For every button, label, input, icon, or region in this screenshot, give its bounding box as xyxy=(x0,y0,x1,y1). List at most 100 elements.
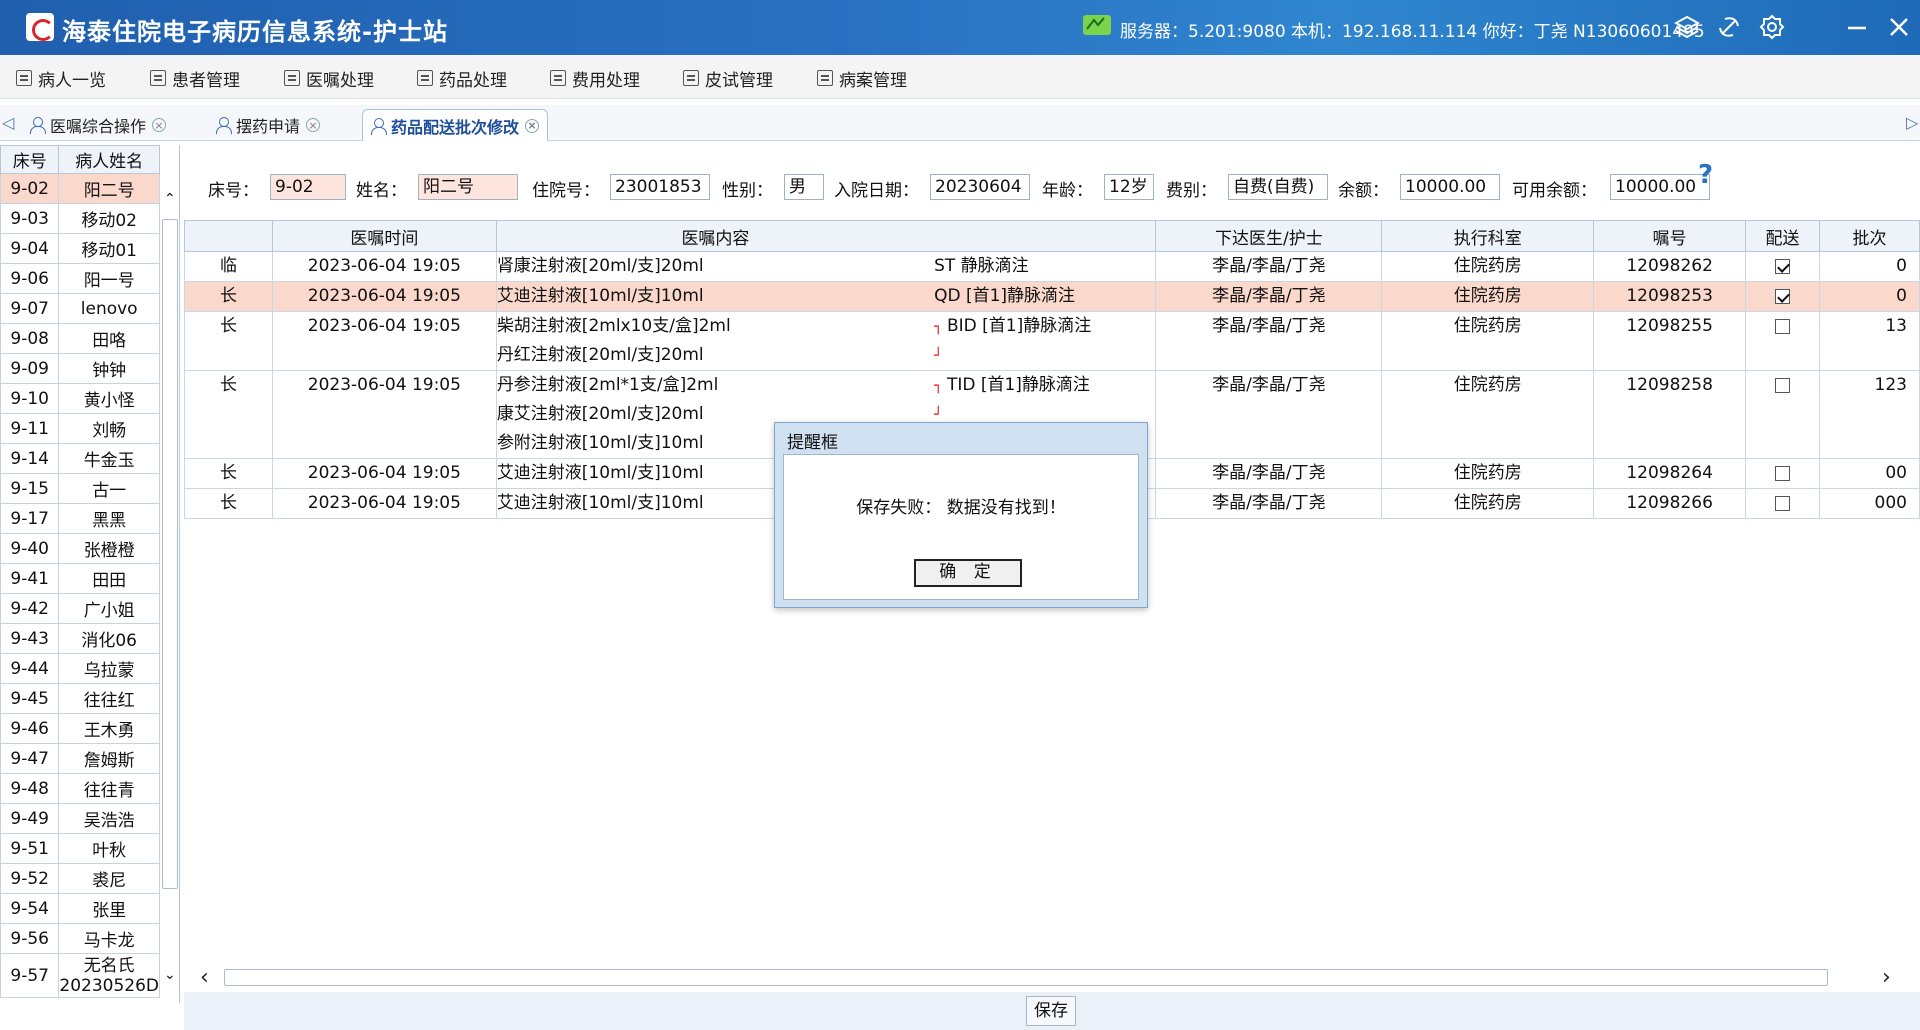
menu-item-fee-processing[interactable]: 费用处理 xyxy=(550,67,640,91)
deliver-checkbox[interactable] xyxy=(1775,466,1791,481)
patient-row[interactable]: 9-44 乌拉蒙 xyxy=(0,653,160,684)
patient-bed-cell[interactable]: 9-17 xyxy=(0,503,60,534)
admit-date-field[interactable]: 20230604 xyxy=(930,174,1030,200)
tab-scroll-left-icon[interactable]: ◁ xyxy=(2,113,14,132)
patient-name-cell[interactable]: 广小姐 xyxy=(58,593,160,624)
patient-bed-cell[interactable]: 9-47 xyxy=(0,743,60,774)
patient-bed-cell[interactable]: 9-52 xyxy=(0,863,60,894)
order-no-cell[interactable]: 12098255 xyxy=(1593,311,1747,371)
patient-row[interactable]: 9-02 阳二号 xyxy=(0,173,160,204)
patient-row[interactable]: 9-49 吴浩浩 xyxy=(0,803,160,834)
scrollbar-thumb[interactable] xyxy=(224,969,1828,986)
patient-row[interactable]: 9-56 马卡龙 xyxy=(0,923,160,954)
patient-name-cell[interactable]: 阳一号 xyxy=(58,263,160,294)
order-deliver-cell[interactable] xyxy=(1745,370,1821,459)
patient-row[interactable]: 9-42 广小姐 xyxy=(0,593,160,624)
order-time-cell[interactable]: 2023-06-04 19:05 xyxy=(271,251,497,282)
deliver-checkbox[interactable] xyxy=(1775,319,1791,334)
order-row[interactable]: 长 2023-06-04 19:05 艾迪注射液[10ml/支]10ml QD [首1… xyxy=(184,281,1920,312)
patient-bed-cell[interactable]: 9-54 xyxy=(0,893,60,924)
scroll-right-icon[interactable]: › xyxy=(1882,965,1891,990)
order-dept-cell[interactable]: 住院药房 xyxy=(1381,488,1595,519)
column-header-deliver[interactable]: 配送 xyxy=(1745,220,1821,252)
order-no-cell[interactable]: 12098262 xyxy=(1593,251,1747,282)
patient-bed-cell[interactable]: 9-10 xyxy=(0,383,60,414)
patient-name-cell[interactable]: 张橙橙 xyxy=(58,533,160,564)
available-balance-field[interactable]: 10000.00 xyxy=(1610,174,1710,200)
patient-bed-cell[interactable]: 9-49 xyxy=(0,803,60,834)
column-header-order-no[interactable]: 嘱号 xyxy=(1593,220,1747,252)
patient-name-cell[interactable]: 田咯 xyxy=(58,323,160,354)
column-header-type[interactable] xyxy=(184,220,273,252)
save-button[interactable]: 保存 xyxy=(1026,996,1076,1026)
menu-item-patient-management[interactable]: 患者管理 xyxy=(150,67,240,91)
patient-name-cell[interactable]: 移动01 xyxy=(58,233,160,264)
scroll-up-icon[interactable]: ⌃ xyxy=(164,191,176,207)
bed-field[interactable]: 9-02 xyxy=(270,174,346,200)
patient-bed-cell[interactable]: 9-40 xyxy=(0,533,60,564)
patient-bed-cell[interactable]: 9-48 xyxy=(0,773,60,804)
order-dept-cell[interactable]: 住院药房 xyxy=(1381,281,1595,312)
patient-row[interactable]: 9-07 lenovo xyxy=(0,293,160,324)
patient-name-cell[interactable]: lenovo xyxy=(58,293,160,324)
patient-row[interactable]: 9-11 刘畅 xyxy=(0,413,160,444)
patient-bed-cell[interactable]: 9-06 xyxy=(0,263,60,294)
help-icon[interactable]: ? xyxy=(1698,160,1713,190)
column-header-order-content[interactable]: 医嘱内容 xyxy=(495,220,935,252)
tab-close-icon[interactable]: × xyxy=(306,118,321,132)
patient-row[interactable]: 9-09 钟钟 xyxy=(0,353,160,384)
patient-list-scrollbar[interactable]: ⌃ ⌄ xyxy=(160,191,179,991)
fee-type-field[interactable]: 自费(自费) xyxy=(1228,174,1328,200)
patient-row[interactable]: 9-45 往往红 xyxy=(0,683,160,714)
patient-name-cell[interactable]: 叶秋 xyxy=(58,833,160,864)
deliver-checkbox[interactable] xyxy=(1775,496,1791,511)
patient-name-cell[interactable]: 钟钟 xyxy=(58,353,160,384)
patient-name-cell[interactable]: 往往红 xyxy=(58,683,160,714)
patient-row[interactable]: 9-54 张里 xyxy=(0,893,160,924)
order-doctor-cell[interactable]: 李晶/李晶/丁尧 xyxy=(1155,311,1383,371)
order-usage-cell[interactable]: ┐ BID [首1]静脉滴注 ┘ xyxy=(934,311,1157,371)
tab-order-operations[interactable]: 医嘱综合操作 × xyxy=(22,109,174,141)
patient-bed-cell[interactable]: 9-02 xyxy=(0,173,60,204)
order-deliver-cell[interactable] xyxy=(1745,458,1821,489)
patient-row[interactable]: 9-08 田咯 xyxy=(0,323,160,354)
order-row[interactable]: 临 2023-06-04 19:05 肾康注射液[20ml/支]20ml ST 静脉滴… xyxy=(184,251,1920,282)
patient-row[interactable]: 9-40 张橙橙 xyxy=(0,533,160,564)
patient-row[interactable]: 9-52 裘尼 xyxy=(0,863,160,894)
scrollbar-thumb[interactable] xyxy=(162,219,178,889)
patient-name-cell[interactable]: 古一 xyxy=(58,473,160,504)
deliver-checkbox[interactable] xyxy=(1775,289,1791,304)
order-usage-cell[interactable]: ST 静脉滴注 xyxy=(934,251,1157,282)
patient-bed-cell[interactable]: 9-45 xyxy=(0,683,60,714)
patient-name-cell[interactable]: 消化06 xyxy=(58,623,160,654)
order-dept-cell[interactable]: 住院药房 xyxy=(1381,458,1595,489)
patient-name-cell[interactable]: 王木勇 xyxy=(58,713,160,744)
order-type-cell[interactable]: 临 xyxy=(184,251,273,282)
patient-name-cell[interactable]: 无名氏 20230526D xyxy=(58,953,160,998)
gear-icon[interactable] xyxy=(1757,12,1787,42)
tab-close-icon[interactable]: × xyxy=(525,118,540,133)
patient-name-cell[interactable]: 吴浩浩 xyxy=(58,803,160,834)
patient-name-cell[interactable]: 牛金玉 xyxy=(58,443,160,474)
patient-bed-cell[interactable]: 9-11 xyxy=(0,413,60,444)
patient-bed-cell[interactable]: 9-04 xyxy=(0,233,60,264)
balance-field[interactable]: 10000.00 xyxy=(1400,174,1500,200)
patient-row[interactable]: 9-41 田田 xyxy=(0,563,160,594)
patient-row[interactable]: 9-48 往往青 xyxy=(0,773,160,804)
column-header-bed[interactable]: 床号 xyxy=(0,145,60,174)
scroll-down-icon[interactable]: ⌄ xyxy=(164,967,176,983)
order-batch-cell[interactable]: 0 xyxy=(1819,281,1920,312)
patient-row[interactable]: 9-43 消化06 xyxy=(0,623,160,654)
order-batch-cell[interactable]: 123 xyxy=(1819,370,1920,459)
column-header-order-time[interactable]: 医嘱时间 xyxy=(271,220,497,252)
patient-name-cell[interactable]: 往往青 xyxy=(58,773,160,804)
order-deliver-cell[interactable] xyxy=(1745,488,1821,519)
patient-name-cell[interactable]: 阳二号 xyxy=(58,173,160,204)
order-no-cell[interactable]: 12098264 xyxy=(1593,458,1747,489)
patient-bed-cell[interactable]: 9-46 xyxy=(0,713,60,744)
order-doctor-cell[interactable]: 李晶/李晶/丁尧 xyxy=(1155,370,1383,459)
order-doctor-cell[interactable]: 李晶/李晶/丁尧 xyxy=(1155,488,1383,519)
order-time-cell[interactable]: 2023-06-04 19:05 xyxy=(271,488,497,519)
order-type-cell[interactable]: 长 xyxy=(184,458,273,489)
patient-name-cell[interactable]: 刘畅 xyxy=(58,413,160,444)
